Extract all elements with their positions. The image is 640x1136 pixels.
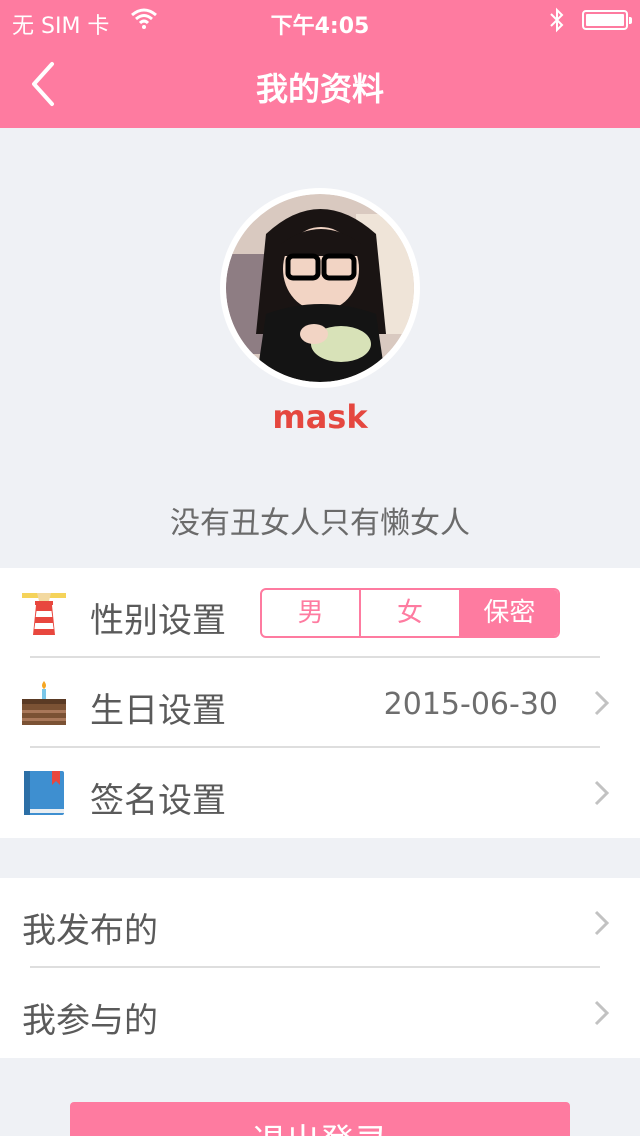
my-published-label: 我发布的 bbox=[22, 911, 158, 951]
gender-row: 性别设置 男 女 保密 bbox=[0, 568, 640, 658]
page-title: 我的资料 bbox=[255, 70, 384, 108]
settings-group: 性别设置 男 女 保密 生日设置 2015-06-30 签名设置 bbox=[0, 568, 640, 838]
chevron-right-icon bbox=[594, 690, 610, 716]
gender-option-male[interactable]: 男 bbox=[262, 590, 362, 636]
clock: 下午4:05 bbox=[270, 14, 370, 39]
my-joined-row[interactable]: 我参与的 bbox=[0, 968, 640, 1058]
avatar[interactable] bbox=[220, 188, 420, 388]
birthday-value: 2015-06-30 bbox=[383, 687, 558, 722]
birthday-label: 生日设置 bbox=[90, 691, 226, 731]
avatar-photo bbox=[226, 194, 414, 382]
chevron-right-icon bbox=[594, 780, 610, 806]
gender-option-female[interactable]: 女 bbox=[361, 590, 461, 636]
birthday-row[interactable]: 生日设置 2015-06-30 bbox=[0, 658, 640, 748]
signature-row[interactable]: 签名设置 bbox=[0, 748, 640, 838]
my-joined-label: 我参与的 bbox=[22, 1001, 158, 1041]
gender-segmented-control[interactable]: 男 女 保密 bbox=[260, 588, 560, 638]
chevron-right-icon bbox=[594, 910, 610, 936]
activity-group: 我发布的 我参与的 bbox=[0, 878, 640, 1058]
book-icon bbox=[24, 771, 64, 815]
bluetooth-icon bbox=[550, 7, 564, 33]
header-bar: 无 SIM 卡 下午4:05 我的资料 bbox=[0, 0, 640, 128]
gender-option-secret[interactable]: 保密 bbox=[460, 590, 558, 636]
birthday-cake-icon bbox=[22, 681, 66, 725]
lighthouse-icon bbox=[22, 593, 66, 635]
gender-label: 性别设置 bbox=[90, 601, 226, 641]
chevron-right-icon bbox=[594, 1000, 610, 1026]
logout-button[interactable]: 退出登录 bbox=[70, 1102, 570, 1136]
username: mask bbox=[272, 398, 368, 436]
my-published-row[interactable]: 我发布的 bbox=[0, 878, 640, 968]
signature-text: 没有丑女人只有懒女人 bbox=[170, 506, 470, 541]
status-bar: 无 SIM 卡 下午4:05 bbox=[0, 0, 640, 40]
signature-setting-label: 签名设置 bbox=[90, 781, 226, 821]
battery-icon bbox=[582, 10, 632, 30]
